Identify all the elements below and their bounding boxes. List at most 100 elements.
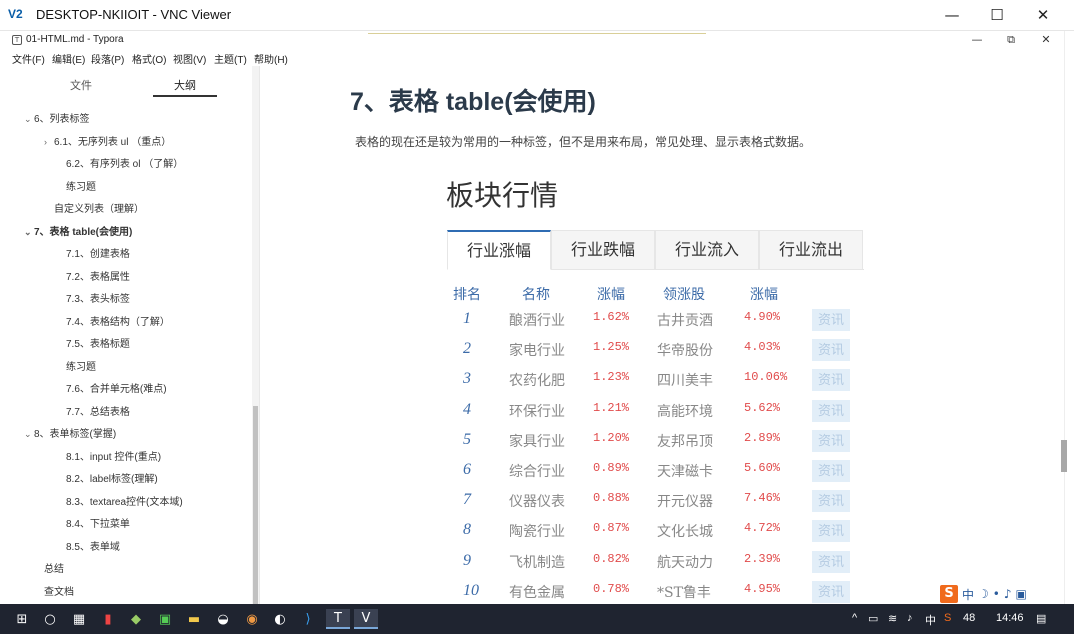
outline-item[interactable]: 6.2、有序列表 ol （了解） — [56, 155, 183, 170]
tab-files[interactable]: 文件 — [70, 77, 92, 93]
wifi-icon[interactable]: ≋ — [888, 612, 897, 625]
network-icon[interactable]: ▭ — [868, 612, 878, 625]
news-button[interactable]: 资讯 — [812, 520, 850, 543]
tab-industry-inflow[interactable]: 行业流入 — [655, 230, 759, 270]
outline-item[interactable]: 8.3、textarea控件(文本域) — [56, 493, 183, 508]
menu-paragraph[interactable]: 段落(P) — [91, 51, 124, 66]
outline-item[interactable]: ⌄ 6、列表标签 — [24, 110, 90, 125]
outline-caret-icon[interactable]: ⌄ — [24, 227, 34, 238]
news-button[interactable]: 资讯 — [812, 460, 850, 482]
outline-item[interactable]: 7.3、表头标签 — [56, 290, 130, 305]
chrome-icon[interactable]: ◉ — [242, 609, 262, 629]
typora-close-button[interactable]: ✕ — [1031, 32, 1061, 48]
outline-item[interactable]: 总结 — [34, 560, 64, 575]
row-rank: 10 — [463, 581, 479, 599]
menu-view[interactable]: 视图(V) — [173, 51, 206, 66]
outline-item[interactable]: 8.4、下拉菜单 — [56, 515, 130, 530]
outline-item-label: 8.4、下拉菜单 — [66, 519, 130, 530]
outline-item[interactable]: 7.5、表格标题 — [56, 335, 130, 350]
typora-taskbar-icon[interactable]: T — [326, 609, 350, 629]
news-button[interactable]: 资讯 — [812, 339, 850, 362]
tab-outline[interactable]: 大纲 — [174, 77, 196, 93]
volume-level[interactable]: 48 — [963, 612, 975, 624]
app-bird-icon[interactable]: ◐ — [270, 609, 290, 629]
tray-up-icon[interactable]: ^ — [852, 612, 857, 624]
file-explorer-icon[interactable]: ▬ — [184, 609, 204, 629]
outline-item[interactable]: ⌄ 8、表单标签(掌握) — [24, 425, 116, 440]
typora-restore-button[interactable]: ⧉ — [996, 32, 1026, 48]
outline-item[interactable]: 8.2、label标签(理解) — [56, 470, 158, 485]
outline-item[interactable]: 7.7、总结表格 — [56, 403, 130, 418]
vnc-logo-icon: V2 — [8, 7, 23, 21]
typora-minimize-button[interactable]: — — [962, 32, 992, 48]
outline-item[interactable]: 8.5、表单域 — [56, 538, 120, 553]
menu-file[interactable]: 文件(F) — [12, 51, 45, 66]
outline-item[interactable]: 7.6、合并单元格(难点) — [56, 380, 167, 395]
menu-theme[interactable]: 主题(T) — [214, 51, 247, 66]
close-button[interactable]: ✕ — [1020, 2, 1066, 28]
outline-caret-icon[interactable]: › — [44, 137, 54, 147]
windows-start-icon[interactable]: ⊞ — [12, 609, 32, 629]
input-lang[interactable]: 中 — [925, 612, 936, 628]
outline-caret-icon[interactable]: ⌄ — [24, 429, 34, 440]
outline-item[interactable]: ⌄ 7、表格 table(会使用) — [24, 223, 132, 238]
outline-caret-icon[interactable]: ⌄ — [24, 114, 34, 125]
maximize-button[interactable]: ☐ — [974, 2, 1020, 28]
vscode-icon[interactable]: ⟩ — [298, 609, 318, 629]
microphone-icon[interactable]: ♪ — [1004, 587, 1012, 601]
tab-industry-gain[interactable]: 行业涨幅 — [447, 230, 551, 270]
menu-help[interactable]: 帮助(H) — [254, 51, 288, 66]
ime-mode[interactable]: 中 — [962, 586, 974, 603]
calculator-icon[interactable]: ▦ — [69, 609, 89, 629]
clock[interactable]: 14:46 — [996, 612, 1024, 624]
outline-item[interactable]: 7.4、表格结构（了解） — [56, 313, 170, 328]
board-title: 板块行情 — [446, 180, 559, 211]
menu-format[interactable]: 格式(O) — [132, 51, 166, 66]
search-icon[interactable]: ○ — [40, 609, 60, 629]
sogou-icon[interactable]: S — [940, 585, 958, 603]
news-button[interactable]: 资讯 — [812, 490, 850, 513]
volume-icon[interactable]: ♪ — [907, 612, 913, 624]
app-icon[interactable]: ◆ — [126, 609, 146, 629]
outline-item[interactable]: 练习题 — [56, 358, 96, 373]
vnc-taskbar-icon[interactable]: V — [354, 609, 378, 629]
main-scrollbar-track[interactable] — [1064, 31, 1074, 604]
outline-item-label: 8.3、textarea控件(文本域) — [66, 496, 183, 508]
news-button[interactable]: 资讯 — [812, 550, 850, 573]
row-pct: 0.87% — [593, 521, 630, 536]
toolbox-icon[interactable]: ▣ — [1016, 587, 1027, 601]
outline-item-label: 总结 — [44, 564, 64, 575]
row-industry: 农药化肥 — [509, 373, 565, 390]
news-button[interactable]: 资讯 — [812, 369, 850, 392]
ime-toolbar[interactable]: S 中 ☽ • ♪ ▣ — [940, 584, 1068, 604]
outline-item[interactable]: 8.1、input 控件(重点) — [56, 448, 161, 463]
editor-main[interactable]: 7、表格 table(会使用) 表格的现在还是较为常用的一种标签，但不是用来布局… — [260, 66, 1064, 604]
punctuation-icon[interactable]: • — [993, 587, 1000, 601]
news-button[interactable]: 资讯 — [812, 429, 850, 452]
outline-item[interactable]: 7.1、创建表格 — [56, 245, 130, 260]
outline-item[interactable]: 自定义列表（理解） — [44, 200, 144, 215]
moon-icon[interactable]: ☽ — [978, 587, 989, 601]
main-scrollbar-thumb[interactable] — [1061, 440, 1067, 472]
sogou-tray-icon[interactable]: S — [944, 612, 951, 624]
row-industry: 飞机制造 — [509, 554, 565, 571]
outline-item[interactable]: 查文档 — [34, 583, 74, 598]
outline-item[interactable]: 7.2、表格属性 — [56, 268, 130, 283]
minimize-button[interactable]: — — [929, 2, 975, 28]
row-lead-stock: 华帝股份 — [657, 343, 713, 360]
tab-industry-outflow[interactable]: 行业流出 — [759, 230, 863, 270]
sidebar-scrollbar-thumb[interactable] — [253, 406, 258, 604]
sidebar-tabs: 文件 大纲 — [8, 66, 260, 102]
outline-item[interactable]: › 6.1、无序列表 ul （重点） — [44, 133, 171, 148]
app-color-icon[interactable]: ▮ — [98, 609, 118, 629]
news-button[interactable]: 资讯 — [812, 580, 850, 603]
tab-industry-loss[interactable]: 行业跌幅 — [551, 230, 655, 270]
news-button[interactable]: 资讯 — [812, 399, 850, 422]
app-disk-icon[interactable]: ◒ — [213, 609, 233, 629]
menu-edit[interactable]: 编辑(E) — [52, 51, 85, 66]
news-button[interactable]: 资讯 — [812, 309, 850, 331]
notification-icon[interactable]: ▤ — [1036, 612, 1046, 625]
outline-item[interactable]: 练习题 — [56, 178, 96, 193]
app-green-icon[interactable]: ▣ — [155, 609, 175, 629]
row-lead-pct: 2.89% — [744, 430, 781, 445]
